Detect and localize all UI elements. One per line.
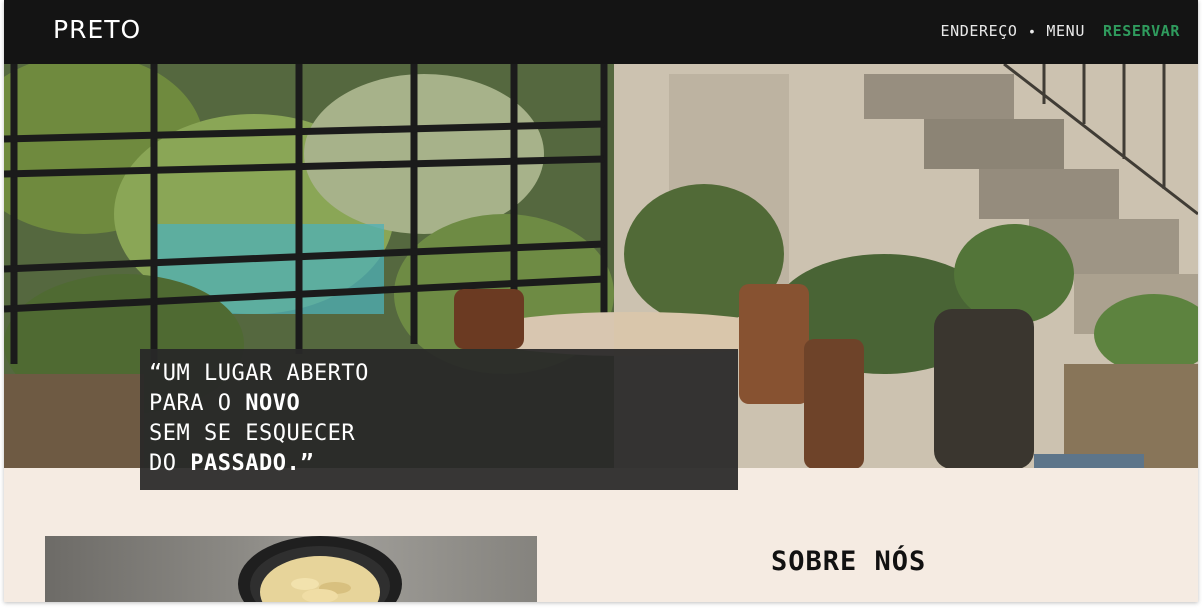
about-title: SOBRE NÓS [771, 546, 927, 577]
nav-separator: • [1029, 23, 1035, 39]
pasta-bowl-photo [45, 536, 537, 602]
nav-menu-link[interactable]: MENU [1046, 22, 1085, 40]
quote-line-4: DO PASSADO.” [149, 449, 738, 479]
quote-text: DO [149, 451, 191, 476]
quote-emphasis: PASSADO.” [190, 451, 314, 476]
quote-line-1: “UM LUGAR ABERTO [149, 361, 369, 386]
quote-line-3: SEM SE ESQUECER [149, 421, 356, 446]
logo[interactable]: PRETO [53, 15, 141, 44]
page: PRETO ENDEREÇO • MENU RESERVAR “UM LUGAR… [4, 0, 1198, 602]
hero-quote: “UM LUGAR ABERTO PARA O NOVO SEM SE ESQU… [140, 349, 738, 490]
pasta-bowl-image [238, 536, 402, 602]
quote-emphasis: NOVO [245, 391, 301, 416]
site-header: PRETO ENDEREÇO • MENU RESERVAR [4, 0, 1198, 64]
main-nav: ENDEREÇO • MENU RESERVAR [940, 22, 1180, 40]
quote-line-2: PARA O NOVO [149, 389, 738, 419]
reserve-link[interactable]: RESERVAR [1103, 22, 1180, 40]
quote-text: PARA O [149, 391, 246, 416]
nav-address-link[interactable]: ENDEREÇO [940, 22, 1017, 40]
